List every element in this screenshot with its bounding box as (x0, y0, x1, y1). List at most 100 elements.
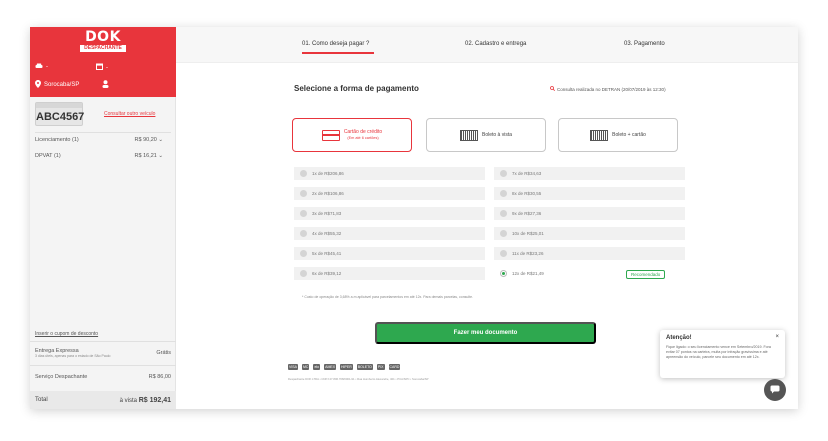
legal-footer: Despachante DOK LTDA • CNPJ 27.806.708/0… (288, 377, 429, 381)
radio-button[interactable] (300, 270, 307, 277)
barcode-card-icon (590, 129, 609, 141)
active-step-indicator (302, 52, 374, 54)
installment-label: 6x de R$39,12 (312, 271, 342, 276)
toast-body: Fique ligado: o seu licenciamento vence … (666, 345, 771, 359)
logo-text: DOK (85, 29, 121, 45)
date-value: - (106, 64, 108, 71)
brand-logo[interactable]: DOK DESPACHANTE (80, 29, 126, 52)
radio-button[interactable] (500, 190, 507, 197)
step-payment[interactable]: 03. Pagamento (624, 41, 665, 47)
installment-label: 5x de R$45,41 (312, 251, 342, 256)
total-row: Total à vista R$ 192,41 (30, 391, 176, 409)
installment-label: 8x de R$30,55 (512, 191, 542, 196)
logo-subtitle: DESPACHANTE (80, 45, 126, 52)
payment-logo: MC (301, 364, 310, 370)
chevron-down-icon: ⌄ (158, 153, 163, 159)
step-registration[interactable]: 02. Cadastro e entrega (465, 41, 526, 47)
total-amount: à vista R$ 192,41 (119, 396, 171, 404)
installment-label: 10x de R$25,01 (512, 231, 544, 236)
car-icon (35, 63, 43, 71)
app-window: DOK DESPACHANTE - - Sorocaba/SP ABC4567 … (30, 27, 798, 409)
search-icon (550, 86, 555, 92)
installment-label: 2x de R$106,86 (312, 191, 344, 196)
installment-label: 7x de R$34,63 (512, 171, 542, 176)
radio-button[interactable] (300, 250, 307, 257)
radio-button[interactable] (500, 210, 507, 217)
radio-button[interactable] (500, 230, 507, 237)
installment-option[interactable]: 9x de R$27,36 (494, 207, 685, 220)
radio-button[interactable] (500, 270, 507, 277)
order-sidebar: DOK DESPACHANTE - - Sorocaba/SP ABC4567 … (30, 27, 176, 409)
fee-label: DPVAT (1) (35, 153, 61, 159)
payment-logo: CARD (388, 364, 401, 370)
total-label: Total (35, 397, 48, 403)
installment-option[interactable]: 5x de R$45,41 (294, 247, 485, 260)
installment-option[interactable]: 7x de R$34,63 (494, 167, 685, 180)
fee-value: R$ 90,20 ⌄ (134, 137, 163, 143)
installment-option[interactable]: 10x de R$25,01 (494, 227, 685, 240)
checkout-steps: 01. Como deseja pagar ? 02. Cadastro e e… (176, 27, 798, 63)
radio-button[interactable] (300, 210, 307, 217)
chevron-down-icon: ⌄ (158, 137, 163, 143)
delivery-subtitle: 3 dias úteis, apenas para o estado de Sã… (35, 353, 111, 358)
installment-label: 11x de R$23,26 (512, 251, 544, 256)
radio-button[interactable] (300, 190, 307, 197)
fee-value: R$ 16,21 ⌄ (134, 153, 163, 159)
divider (35, 132, 171, 133)
pay-option-boleto-cartao[interactable]: Boleto + cartão (558, 118, 678, 152)
chat-bubble-icon (770, 385, 780, 396)
calendar-icon (96, 63, 103, 72)
coupon-link[interactable]: Inserir o cupom de desconto (35, 331, 98, 337)
vehicle-row: - (35, 63, 48, 71)
close-icon[interactable]: × (775, 334, 779, 340)
installment-option[interactable]: 11x de R$23,26 (494, 247, 685, 260)
step-how-to-pay[interactable]: 01. Como deseja pagar ? (302, 41, 369, 47)
location-value: Sorocaba/SP (44, 82, 80, 88)
radio-button[interactable] (300, 230, 307, 237)
license-plate: ABC4567 (35, 102, 85, 126)
installment-label: 3x de R$71,83 (312, 211, 342, 216)
make-document-button[interactable]: Fazer meu documento (375, 322, 596, 344)
payment-logo: HIPER (340, 364, 353, 370)
installment-label: 4x de R$55,32 (312, 231, 342, 236)
fee-row-dpvat[interactable]: DPVAT (1) R$ 16,21 ⌄ (35, 153, 163, 159)
chat-button[interactable] (764, 379, 786, 401)
consult-other-vehicle-link[interactable]: Consultar outro veículo (104, 111, 155, 117)
radio-button[interactable] (500, 250, 507, 257)
vehicle-value: - (46, 64, 48, 70)
location-pin-icon (35, 80, 41, 90)
location-row[interactable]: Sorocaba/SP (35, 80, 79, 90)
installment-option[interactable]: 2x de R$106,86 (294, 187, 485, 200)
payment-logo: elo (313, 364, 321, 370)
installment-option[interactable]: 6x de R$39,12 (294, 267, 485, 280)
plate-number: ABC4567 (36, 111, 85, 123)
delivery-info: Entrega Expressa 3 dias úteis, apenas pa… (35, 348, 111, 358)
installment-option[interactable]: 1x de R$206,86 (294, 167, 485, 180)
delivery-row: Entrega Expressa 3 dias úteis, apenas pa… (30, 341, 176, 363)
installment-label: 12x de R$21,49 (512, 271, 544, 276)
radio-button[interactable] (500, 170, 507, 177)
delivery-price: Grátis (156, 349, 171, 356)
barcode-icon (459, 129, 478, 141)
interest-footnote: * Custo de operação de 3,68% a.m aplicáv… (302, 295, 474, 299)
fee-label: Licenciamento (1) (35, 137, 79, 143)
installment-option[interactable]: 4x de R$55,32 (294, 227, 485, 240)
pay-option-text: Cartão de crédito (Em até 6 cartões) (343, 129, 383, 140)
user-row[interactable] (102, 80, 109, 90)
installment-label: 9x de R$27,36 (512, 211, 542, 216)
fee-row-licenciamento[interactable]: Licenciamento (1) R$ 90,20 ⌄ (35, 137, 163, 143)
payment-logo: BOLETO (356, 364, 373, 370)
service-label: Serviço Despachante (35, 373, 88, 380)
user-icon (102, 80, 109, 90)
installment-option[interactable]: 8x de R$30,55 (494, 187, 685, 200)
installment-label: 1x de R$206,86 (312, 171, 344, 176)
toast-title: Atenção! (666, 335, 692, 341)
pay-option-boleto[interactable]: Boleto à vista (426, 118, 546, 152)
service-price: R$ 86,00 (148, 373, 171, 380)
payment-logo: AMEX (324, 364, 337, 370)
recommended-badge: Recomendado (626, 270, 666, 279)
radio-button[interactable] (300, 170, 307, 177)
installment-option[interactable]: 3x de R$71,83 (294, 207, 485, 220)
service-row: Serviço Despachante R$ 86,00 (30, 365, 176, 387)
pay-option-credit-card[interactable]: Cartão de crédito (Em até 6 cartões) (292, 118, 412, 152)
